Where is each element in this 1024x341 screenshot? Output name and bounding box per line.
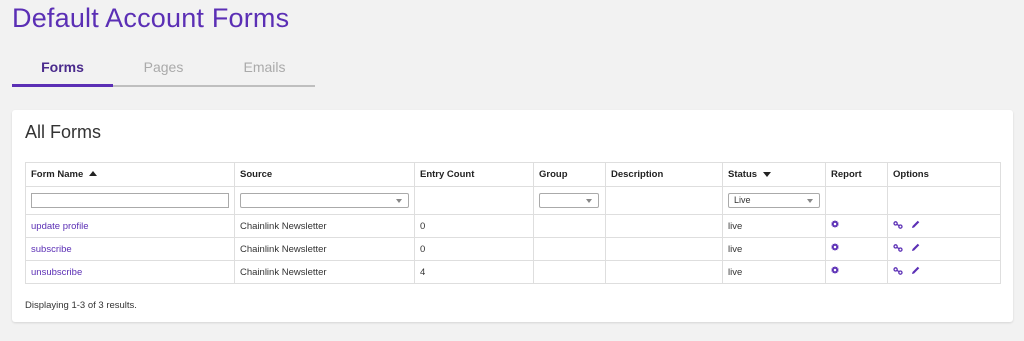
col-header-description[interactable]: Description: [605, 162, 723, 187]
status-cell: live: [722, 237, 826, 261]
group-filter-select[interactable]: [539, 193, 599, 208]
tab-bar: Forms Pages Emails: [12, 58, 315, 87]
group-cell: [533, 214, 606, 238]
col-header-source[interactable]: Source: [234, 162, 415, 187]
entry-count-cell: 0: [414, 237, 534, 261]
gear-icon[interactable]: [831, 266, 839, 277]
col-header-form-name[interactable]: Form Name: [25, 162, 235, 187]
source-filter-select[interactable]: [240, 193, 409, 208]
chevron-down-icon: [807, 199, 813, 203]
source-cell: Chainlink Newsletter: [234, 260, 415, 284]
table-row: unsubscribe Chainlink Newsletter 4 live: [25, 260, 1001, 284]
status-cell: live: [722, 260, 826, 284]
tab-pages[interactable]: Pages: [113, 58, 214, 85]
chevron-down-icon: [396, 199, 402, 203]
gear-icon[interactable]: [831, 243, 839, 254]
page-title: Default Account Forms: [12, 3, 290, 33]
form-name-link[interactable]: update profile: [31, 221, 89, 232]
status-filter-select[interactable]: Live: [728, 193, 820, 208]
table-row: update profile Chainlink Newsletter 0 li…: [25, 214, 1001, 238]
source-cell: Chainlink Newsletter: [234, 214, 415, 238]
pencil-icon[interactable]: [911, 266, 920, 278]
col-header-report: Report: [825, 162, 888, 187]
pencil-icon[interactable]: [911, 243, 920, 255]
filter-row: Live: [25, 186, 1001, 215]
chevron-down-icon: [586, 199, 592, 203]
group-cell: [533, 260, 606, 284]
card-title: All Forms: [25, 122, 101, 142]
table-header-row: Form Name Source Entry Count Group Descr…: [25, 162, 1001, 187]
results-summary: Displaying 1-3 of 3 results.: [25, 300, 137, 311]
link-icon[interactable]: [893, 243, 903, 255]
table-row: subscribe Chainlink Newsletter 0 live: [25, 237, 1001, 261]
group-cell: [533, 237, 606, 261]
col-header-options: Options: [887, 162, 1001, 187]
tab-forms[interactable]: Forms: [12, 58, 113, 87]
pencil-icon[interactable]: [911, 220, 920, 232]
status-cell: live: [722, 214, 826, 238]
tab-emails[interactable]: Emails: [214, 58, 315, 85]
sort-desc-icon: [763, 171, 772, 177]
col-header-group[interactable]: Group: [533, 162, 606, 187]
form-name-link[interactable]: subscribe: [31, 244, 72, 255]
forms-card: All Forms Form Name Source Entry Count G…: [12, 110, 1013, 322]
gear-icon[interactable]: [831, 220, 839, 231]
col-header-entry-count[interactable]: Entry Count: [414, 162, 534, 187]
description-cell: [605, 237, 723, 261]
entry-count-cell: 0: [414, 214, 534, 238]
link-icon[interactable]: [893, 220, 903, 232]
entry-count-cell: 4: [414, 260, 534, 284]
form-name-link[interactable]: unsubscribe: [31, 267, 82, 278]
source-cell: Chainlink Newsletter: [234, 237, 415, 261]
sort-asc-icon: [89, 170, 98, 176]
col-header-status[interactable]: Status: [722, 162, 826, 187]
forms-table: Form Name Source Entry Count Group Descr…: [25, 162, 1001, 284]
form-name-filter-input[interactable]: [31, 193, 229, 208]
description-cell: [605, 260, 723, 284]
description-cell: [605, 214, 723, 238]
link-icon[interactable]: [893, 266, 903, 278]
